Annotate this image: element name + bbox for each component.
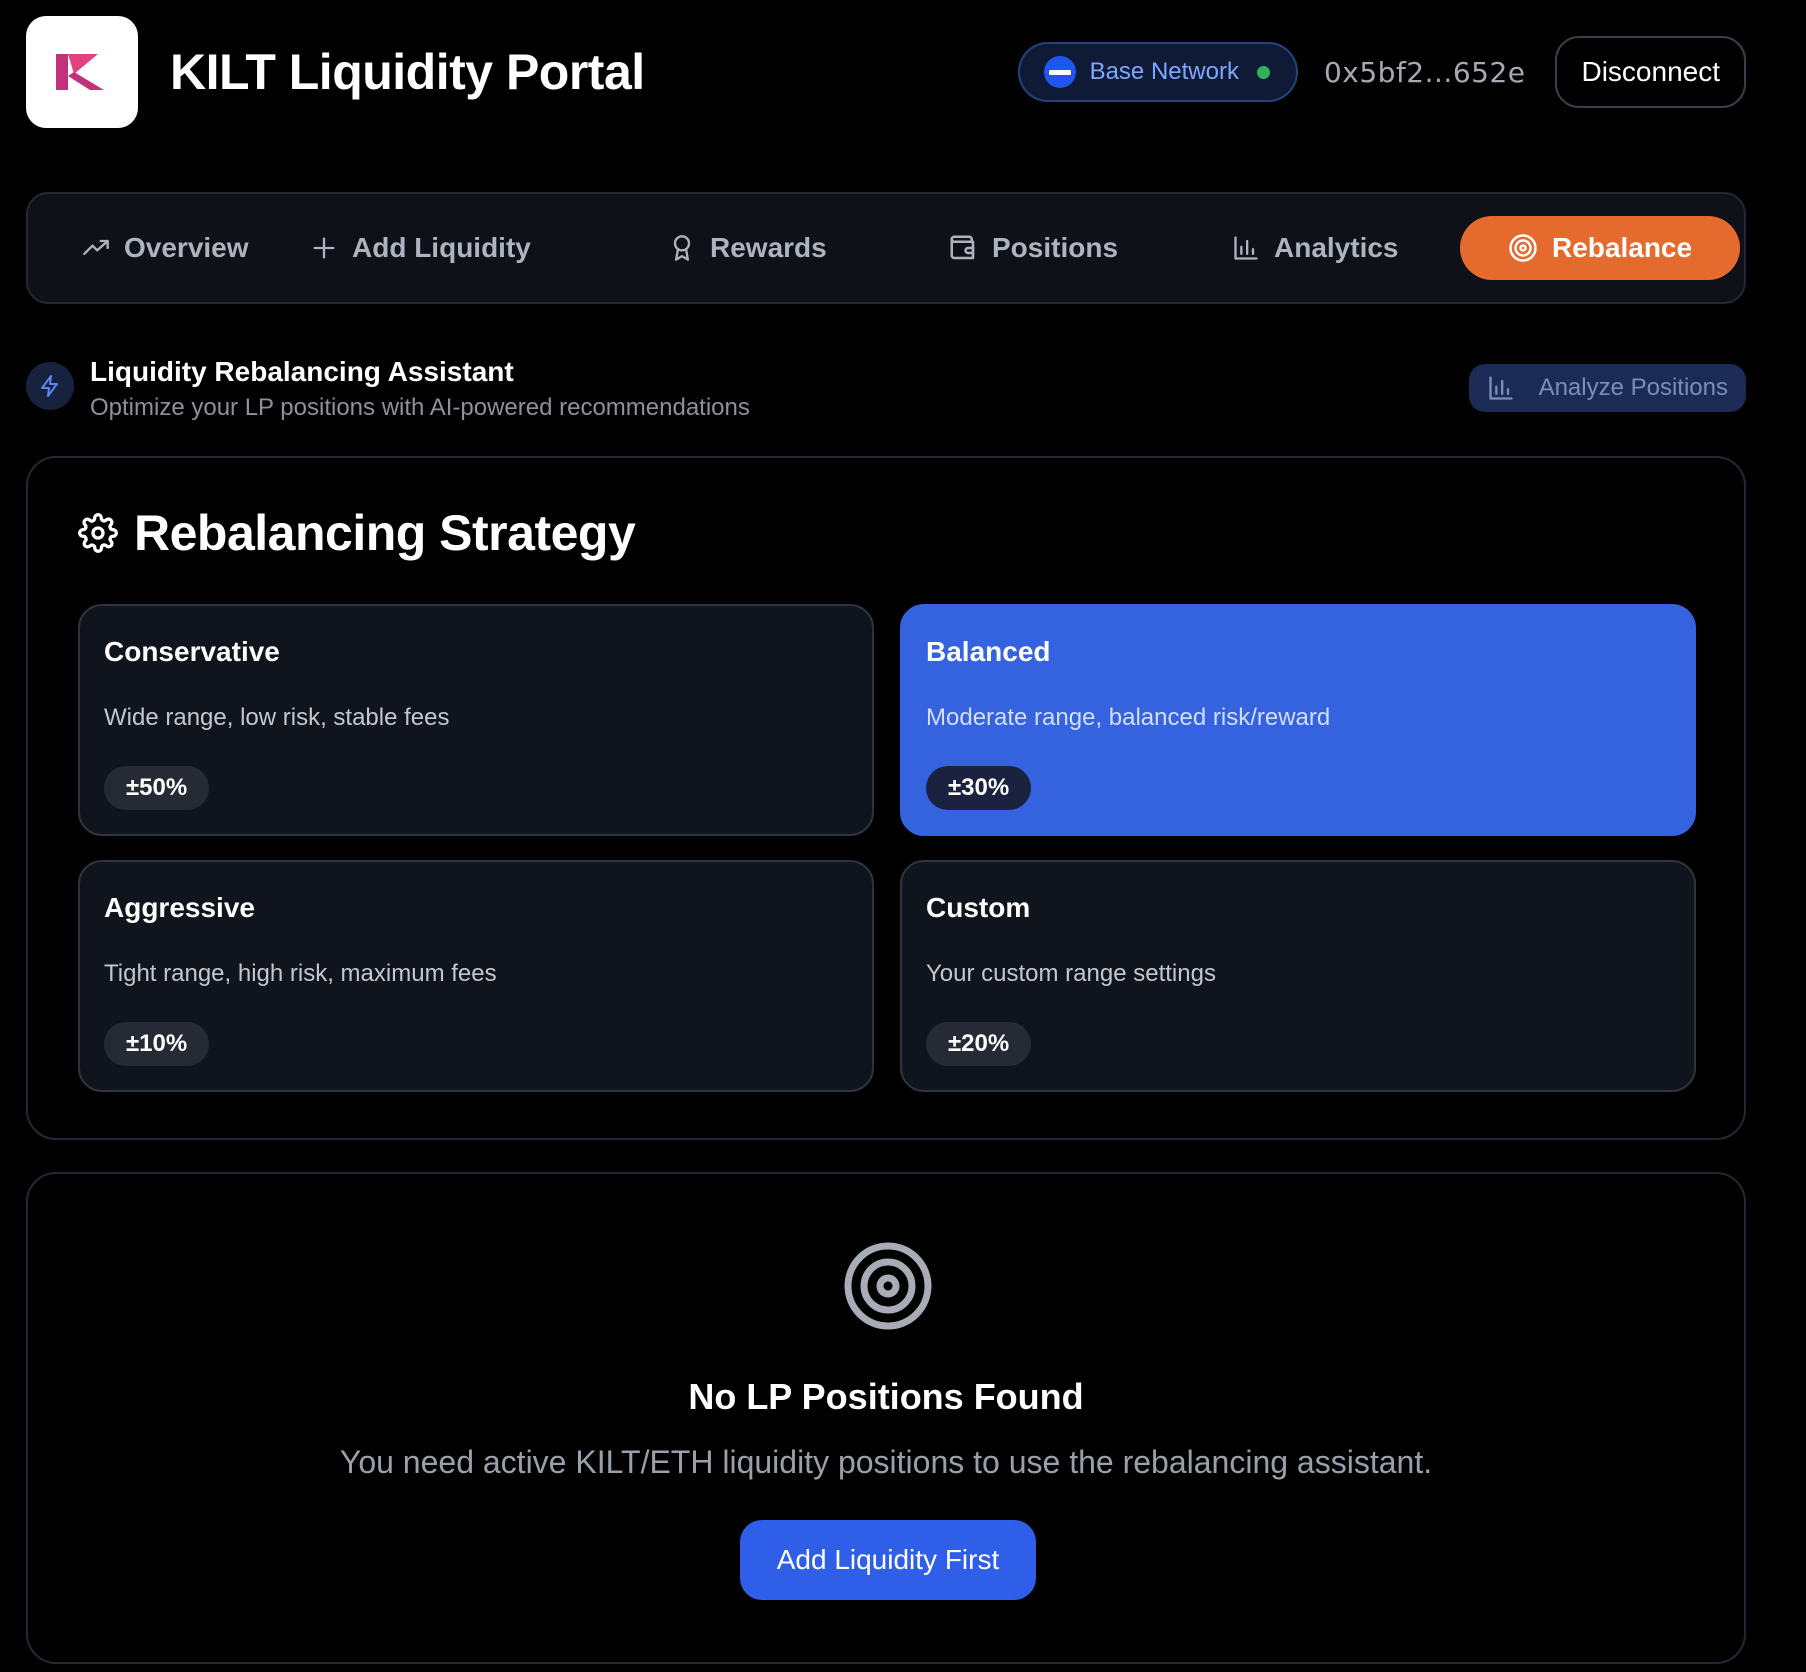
strategy-card-title: Conservative [104,636,280,667]
app-title: KILT Liquidity Portal [170,44,645,100]
strategy-card-custom[interactable]: Custom Your custom range settings ±20% [900,860,1696,1092]
tab-overview[interactable]: Overview [82,216,249,280]
strategy-card-title: Aggressive [104,892,255,923]
strategy-header: Rebalancing Strategy [78,504,636,562]
assistant-subtitle: Optimize your LP positions with AI-power… [90,394,750,421]
target-icon [844,1242,932,1330]
app-header: KILT Liquidity Portal Base Network 0x5bf… [26,16,1746,128]
empty-positions-panel: No LP Positions Found You need active KI… [26,1172,1746,1664]
wallet-address: 0x5bf2...652e [1323,55,1526,89]
network-label: Base Network [1089,58,1239,85]
rebalancing-assistant-header: Liquidity Rebalancing Assistant Optimize… [26,356,1746,422]
tab-label: Positions [992,232,1119,263]
tab-label: Rewards [710,232,827,263]
strategy-card-title: Balanced [926,636,1051,667]
range-badge: ±10% [104,1022,210,1066]
range-badge: ±30% [926,766,1032,810]
strategy-card-title: Custom [926,892,1031,923]
network-status-dot [1256,65,1270,79]
trending-up-icon [83,239,109,255]
tab-label: Add Liquidity [352,232,531,263]
empty-state-description: You need active KILT/ETH liquidity posit… [339,1444,1433,1480]
base-network-icon [1043,56,1076,88]
assistant-title: Liquidity Rebalancing Assistant [90,356,514,387]
strategy-card-description: Tight range, high risk, maximum fees [104,960,497,987]
range-badge: ±20% [926,1022,1032,1066]
main-nav: Overview Add Liquidity Rewards Positions… [26,192,1746,304]
tab-rebalance[interactable]: Rebalance [1460,216,1741,280]
empty-state-title: No LP Positions Found [688,1376,1084,1417]
strategy-card-aggressive[interactable]: Aggressive Tight range, high risk, maxim… [78,860,874,1092]
analyze-positions-label: Analyze Positions [1538,374,1728,401]
tab-label: Overview [124,232,249,263]
strategy-card-conservative[interactable]: Conservative Wide range, low risk, stabl… [78,604,874,836]
award-icon [673,235,691,261]
disconnect-button[interactable]: Disconnect [1555,36,1746,108]
add-liquidity-first-button[interactable]: Add Liquidity First [740,1520,1036,1600]
analyze-positions-button[interactable]: Analyze Positions [1468,364,1746,412]
header-actions: Base Network 0x5bf2...652e Disconnect [1017,36,1746,108]
bar-chart-icon [1234,236,1258,260]
rebalancing-strategy-panel: Rebalancing Strategy Conservative Wide r… [26,456,1746,1140]
strategy-card-description: Moderate range, balanced risk/reward [926,704,1331,731]
wallet-icon [950,235,975,260]
strategy-card-balanced[interactable]: Balanced Moderate range, balanced risk/r… [900,604,1696,836]
plus-icon [313,237,335,259]
bar-chart-icon [1488,376,1513,400]
range-badge: ±50% [104,766,210,810]
kilt-logo-icon[interactable] [26,16,138,128]
tab-rewards[interactable]: Rewards [668,216,827,280]
tab-positions[interactable]: Positions [948,216,1118,280]
strategy-card-description: Your custom range settings [926,960,1216,987]
tab-analytics[interactable]: Analytics [1232,216,1399,280]
target-icon [1509,234,1537,262]
tab-label: Rebalance [1552,232,1693,263]
gear-icon [78,513,118,553]
network-selector[interactable]: Base Network [1017,42,1298,102]
tab-label: Analytics [1274,232,1399,263]
strategy-card-description: Wide range, low risk, stable fees [104,704,450,731]
tab-add-liquidity[interactable]: Add Liquidity [310,216,531,280]
lightning-icon [26,362,74,410]
strategy-title: Rebalancing Strategy [134,505,636,561]
